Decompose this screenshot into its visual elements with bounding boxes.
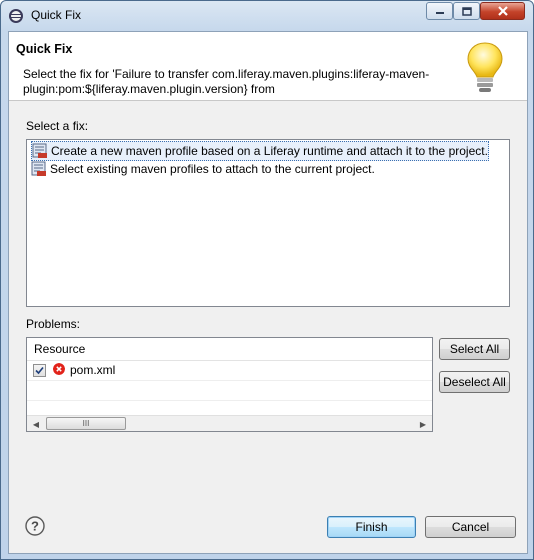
maven-fix-icon — [31, 161, 46, 176]
fix-option-select-profiles[interactable]: Select existing maven profiles to attach… — [31, 160, 375, 178]
svg-text:?: ? — [31, 519, 39, 534]
maximize-button[interactable] — [453, 2, 480, 20]
header-description: Select the fix for 'Failure to transfer … — [23, 67, 430, 96]
select-all-button[interactable]: Select All — [439, 338, 510, 360]
problems-label: Problems: — [26, 317, 81, 331]
error-icon — [53, 363, 65, 375]
fix-option-create-profile[interactable]: Create a new maven profile based on a Li… — [31, 141, 489, 161]
table-row[interactable]: pom.xml — [27, 360, 432, 381]
window-title: Quick Fix — [31, 8, 82, 22]
dialog-header: Quick Fix Select the fix for 'Failure to… — [9, 32, 527, 101]
help-icon[interactable]: ? — [25, 516, 45, 536]
scroll-thumb[interactable]: III — [46, 417, 126, 430]
title-bar[interactable]: Quick Fix — [1, 1, 533, 31]
fix-list[interactable]: Create a new maven profile based on a Li… — [26, 139, 510, 307]
cancel-button[interactable]: Cancel — [425, 516, 516, 538]
close-button[interactable] — [480, 2, 525, 20]
maven-fix-icon — [32, 143, 47, 158]
close-icon — [497, 6, 508, 16]
dialog-body: Quick Fix Select the fix for 'Failure to… — [8, 31, 528, 554]
header-title: Quick Fix — [16, 42, 73, 56]
fix-option-label: Create a new maven profile based on a Li… — [51, 144, 488, 158]
lightbulb-icon — [467, 42, 503, 92]
problem-checkbox[interactable] — [33, 364, 46, 377]
minimize-button[interactable] — [426, 2, 453, 20]
select-fix-label: Select a fix: — [26, 119, 89, 133]
column-header-label: Resource — [34, 342, 86, 356]
eclipse-app-icon — [9, 9, 23, 23]
empty-row — [27, 381, 432, 401]
maximize-icon — [461, 6, 472, 16]
scroll-right-icon[interactable]: ▶ — [415, 416, 431, 431]
finish-button[interactable]: Finish — [327, 516, 416, 538]
check-icon — [35, 366, 44, 375]
deselect-all-button[interactable]: Deselect All — [439, 371, 510, 393]
scroll-left-icon[interactable]: ◀ — [28, 416, 44, 431]
table-header-resource[interactable]: Resource — [27, 338, 432, 361]
quick-fix-window: Quick Fix Quick Fix Select the fix for '… — [0, 0, 534, 560]
resource-name: pom.xml — [70, 363, 116, 377]
fix-option-label: Select existing maven profiles to attach… — [50, 162, 375, 176]
problems-table[interactable]: Resource pom.xml ◀ III ▶ — [26, 337, 433, 432]
minimize-icon — [435, 12, 444, 14]
horizontal-scrollbar[interactable]: ◀ III ▶ — [27, 415, 432, 431]
